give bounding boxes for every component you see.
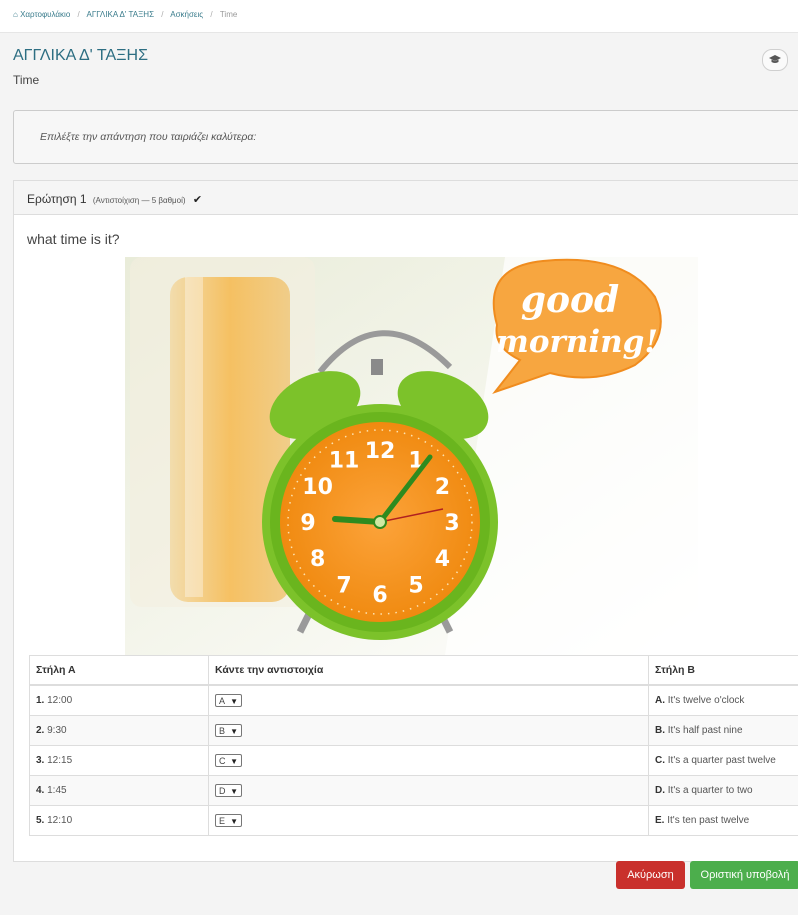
chevron-down-icon: ▼	[230, 757, 238, 766]
breadcrumb: ⌂ Χαρτοφυλάκιο / ΑΓΓΛΙΚΑ Δ' ΤΑΞΗΣ / Ασκή…	[13, 10, 237, 19]
question-label: Ερώτηση 1	[27, 192, 87, 206]
question-image: good morning! 12 1234567891011	[125, 257, 698, 655]
column-a-value: 1:45	[47, 785, 67, 796]
home-icon[interactable]: ⌂	[13, 10, 18, 19]
breadcrumb-separator: /	[77, 10, 80, 19]
bubble-text-good: good	[521, 279, 619, 321]
table-row: 2. 9:30 B ▼ B. It's half past nine	[29, 715, 798, 746]
column-header-b: Στήλη Β	[648, 655, 798, 686]
row-number: 1.	[36, 695, 45, 706]
submit-button[interactable]: Οριστική υποβολή	[690, 861, 798, 889]
breadcrumb-item-exercises[interactable]: Ασκήσεις	[170, 10, 203, 19]
match-select-value: E	[219, 816, 226, 826]
column-b-value: It's a quarter to two	[667, 785, 753, 796]
table-row: 3. 12:15 C ▼ C. It's a quarter past twelv…	[29, 745, 798, 776]
row-number: 4.	[36, 785, 45, 796]
matching-table: Στήλη Α Κάντε την αντιστοιχία Στήλη Β 1.…	[29, 655, 798, 836]
table-row: 5. 12:10 E ▼ E. It's ten past twelve	[29, 805, 798, 836]
match-select-value: C	[219, 756, 226, 766]
question-text: what time is it?	[27, 231, 120, 247]
breadcrumb-separator: /	[210, 10, 213, 19]
clock-numeral: 7	[336, 573, 351, 598]
row-number: 2.	[36, 725, 45, 736]
question-header: Ερώτηση 1 (Αντιστοίχιση — 5 βαθμοί) ✔	[14, 181, 798, 215]
column-header-a: Στήλη Α	[29, 655, 209, 686]
instructions-text: Επιλέξτε την απάντηση που ταιριάζει καλύ…	[40, 131, 257, 143]
clock-numeral: 3	[444, 511, 459, 536]
column-b-value: It's twelve o'clock	[667, 695, 745, 706]
clock-numeral: 11	[329, 449, 360, 474]
clock-numeral: 12	[365, 439, 396, 464]
match-select[interactable]: E ▼	[215, 814, 242, 827]
breadcrumb-bar: ⌂ Χαρτοφυλάκιο / ΑΓΓΛΙΚΑ Δ' ΤΑΞΗΣ / Ασκή…	[0, 0, 798, 33]
match-select[interactable]: C ▼	[215, 754, 242, 767]
tools-button[interactable]	[762, 49, 788, 71]
table-row: 1. 12:00 A ▼ A. It's twelve o'clock	[29, 684, 798, 716]
breadcrumb-item-portfolio[interactable]: Χαρτοφυλάκιο	[20, 10, 70, 19]
table-row: 4. 1:45 D ▼ D. It's a quarter to two	[29, 775, 798, 806]
breadcrumb-item-course[interactable]: ΑΓΓΛΙΚΑ Δ' ΤΑΞΗΣ	[87, 10, 155, 19]
clock-numeral: 8	[310, 547, 325, 572]
page-subtitle: Time	[13, 73, 40, 87]
chevron-down-icon: ▼	[230, 727, 238, 736]
row-number: 3.	[36, 755, 45, 766]
chevron-down-icon: ▼	[230, 697, 238, 706]
chevron-down-icon: ▼	[230, 787, 238, 796]
clock-numeral: 10	[302, 475, 333, 500]
column-header-match: Κάντε την αντιστοιχία	[208, 655, 649, 686]
row-letter: A.	[655, 695, 665, 706]
clock-numeral: 5	[408, 573, 423, 598]
breadcrumb-item-current: Time	[219, 10, 238, 19]
row-letter: C.	[655, 755, 665, 766]
match-select-value: A	[219, 696, 226, 706]
chevron-down-icon: ▼	[230, 817, 238, 826]
page-title: ΑΓΓΛΙΚΑ Δ' ΤΑΞΗΣ	[13, 47, 148, 64]
checkmark-icon: ✔	[192, 194, 203, 206]
clock-numeral: 4	[435, 547, 450, 572]
clock-numeral: 6	[372, 583, 387, 608]
question-meta: (Αντιστοίχιση — 5 βαθμοί)	[92, 196, 186, 205]
bubble-text-morning: morning!	[496, 324, 658, 360]
match-select[interactable]: A ▼	[215, 694, 242, 707]
column-a-value: 12:15	[47, 755, 73, 766]
clock-numeral: 2	[435, 475, 450, 500]
column-a-value: 12:10	[47, 815, 73, 826]
cancel-button[interactable]: Ακύρωση	[616, 861, 685, 889]
clock-numeral: 9	[300, 511, 315, 536]
column-b-value: It's ten past twelve	[667, 815, 750, 826]
row-letter: B.	[655, 725, 665, 736]
breadcrumb-separator: /	[161, 10, 164, 19]
match-select[interactable]: B ▼	[215, 724, 242, 737]
match-select[interactable]: D ▼	[215, 784, 242, 797]
match-select-value: B	[219, 726, 226, 736]
instructions-box: Επιλέξτε την απάντηση που ταιριάζει καλύ…	[13, 110, 798, 164]
row-number: 5.	[36, 815, 45, 826]
column-b-value: It's half past nine	[667, 725, 743, 736]
column-a-value: 9:30	[47, 725, 67, 736]
row-letter: D.	[655, 785, 665, 796]
graduation-cap-icon	[769, 55, 781, 64]
column-a-value: 12:00	[47, 695, 73, 706]
match-select-value: D	[219, 786, 226, 796]
row-letter: E.	[655, 815, 665, 826]
question-panel: Ερώτηση 1 (Αντιστοίχιση — 5 βαθμοί) ✔ wh…	[13, 180, 798, 862]
column-b-value: It's a quarter past twelve	[667, 755, 776, 766]
